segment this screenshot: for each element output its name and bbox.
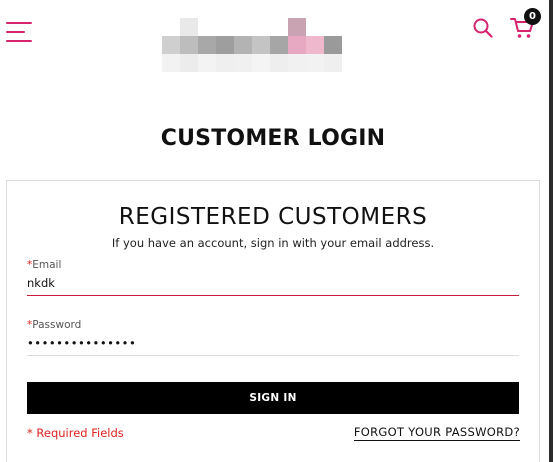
page-title: CUSTOMER LOGIN xyxy=(160,126,386,151)
email-field[interactable]: *Email nkdk xyxy=(27,259,519,296)
hamburger-menu-icon[interactable] xyxy=(6,22,32,42)
cart-count-badge: 0 xyxy=(524,8,541,25)
required-fields-note: * Required Fields xyxy=(27,426,124,440)
password-field[interactable]: *Password ••••••••••••••• xyxy=(27,319,519,356)
scrollbar[interactable] xyxy=(549,0,553,462)
password-underline xyxy=(27,355,519,356)
password-input[interactable]: ••••••••••••••• xyxy=(27,335,519,351)
sign-in-button[interactable]: SIGN IN xyxy=(27,382,519,414)
email-label: *Email xyxy=(27,259,62,271)
panel-heading: REGISTERED CUSTOMERS xyxy=(118,204,428,230)
email-underline xyxy=(27,295,519,296)
forgot-password-link[interactable]: FORGOT YOUR PASSWORD? xyxy=(353,425,520,441)
panel-subtext: If you have an account, sign in with you… xyxy=(111,236,435,250)
email-input[interactable]: nkdk xyxy=(27,275,519,291)
promo-banner xyxy=(0,0,553,6)
registered-customers-panel: REGISTERED CUSTOMERS If you have an acco… xyxy=(6,180,540,462)
login-page: 0 CUSTOMER LOGIN REGISTERED CUSTOMERS If… xyxy=(0,0,553,462)
password-label: *Password xyxy=(27,319,82,331)
search-icon[interactable] xyxy=(472,17,494,39)
store-logo[interactable] xyxy=(162,18,342,72)
